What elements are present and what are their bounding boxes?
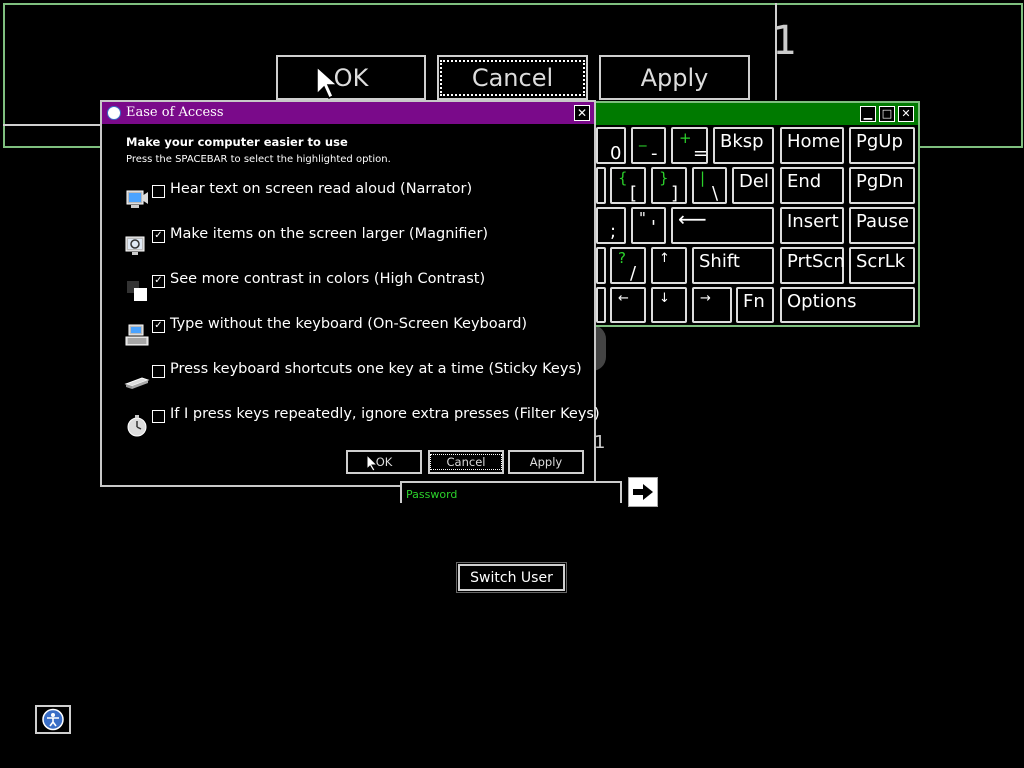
- option-sticky-keys[interactable]: Press keyboard shortcuts one key at a ti…: [122, 358, 592, 400]
- sticky-keys-icon: [124, 377, 150, 389]
- option-filter-keys[interactable]: If I press keys repeatedly, ignore extra…: [122, 403, 600, 445]
- submit-arrow-button[interactable]: [628, 477, 658, 507]
- key-pgup[interactable]: PgUp: [849, 127, 915, 164]
- key-left-arrow[interactable]: ←: [610, 287, 646, 323]
- cancel-button[interactable]: Cancel: [428, 450, 504, 474]
- magnifier-icon: [125, 236, 145, 255]
- filter-keys-checkbox[interactable]: [152, 410, 165, 423]
- narrator-icon: [126, 190, 148, 208]
- filter-keys-icon: [127, 415, 147, 437]
- magnified-apply-button[interactable]: Apply: [599, 55, 750, 100]
- magnifier-checkbox[interactable]: ✓: [152, 230, 165, 243]
- key-equals[interactable]: + =: [671, 127, 708, 164]
- ease-of-access-dialog: Ease of Access ✕ Make your computer easi…: [100, 100, 600, 487]
- switch-user-label: Switch User: [470, 569, 553, 586]
- option-label: Make items on the screen larger (Magnifi…: [170, 226, 489, 242]
- key-end[interactable]: End: [780, 167, 844, 204]
- key-prtscn[interactable]: PrtScn: [780, 247, 845, 284]
- key-partial[interactable]: [596, 247, 606, 284]
- key-backslash[interactable]: | \: [692, 167, 727, 204]
- close-button[interactable]: ✕: [574, 105, 590, 121]
- dialog-titlebar: Ease of Access ✕: [102, 102, 594, 124]
- option-label: See more contrast in colors (High Contra…: [170, 271, 486, 287]
- high-contrast-checkbox[interactable]: ✓: [152, 275, 165, 288]
- key-enter[interactable]: ⟵: [671, 207, 774, 244]
- keyboard-icon: [125, 324, 149, 346]
- magnified-text: 1: [772, 18, 797, 64]
- on-screen-keyboard-window: ▁ □ ✕ 0 _ - + = Bksp Home PgUp {[ }] | \ De…: [594, 101, 920, 327]
- on-screen-keyboard-checkbox[interactable]: ✓: [152, 320, 165, 333]
- key-left-bracket[interactable]: {[: [610, 167, 646, 204]
- option-high-contrast[interactable]: ✓ See more contrast in colors (High Cont…: [122, 268, 592, 310]
- key-down-arrow[interactable]: ↓: [651, 287, 687, 323]
- cancel-label: Cancel: [429, 454, 503, 470]
- dialog-heading: Make your computer easier to use: [126, 135, 348, 149]
- password-field[interactable]: [400, 481, 622, 504]
- key-up-arrow[interactable]: ↑: [651, 247, 687, 284]
- password-input[interactable]: [402, 485, 620, 504]
- key-semicolon[interactable]: ;: [596, 207, 626, 244]
- key-scrlk[interactable]: ScrLk: [849, 247, 915, 284]
- key-right-arrow[interactable]: →: [692, 287, 732, 323]
- key-0[interactable]: 0: [596, 127, 626, 164]
- option-label: Type without the keyboard (On-Screen Key…: [170, 316, 528, 332]
- ease-of-access-button[interactable]: [35, 705, 71, 734]
- narrator-checkbox[interactable]: [152, 185, 165, 198]
- option-narrator[interactable]: Hear text on screen read aloud (Narrator…: [122, 178, 592, 220]
- magnified-apply-label: Apply: [640, 63, 709, 92]
- ease-of-access-icon: [42, 708, 64, 731]
- option-label: If I press keys repeatedly, ignore extra…: [170, 406, 600, 422]
- key-fn[interactable]: Fn: [736, 287, 774, 323]
- apply-button[interactable]: Apply: [508, 450, 584, 474]
- key-pgdn[interactable]: PgDn: [849, 167, 915, 204]
- key-shift[interactable]: Shift: [692, 247, 774, 284]
- mouse-cursor-icon: [366, 454, 378, 472]
- key-quote[interactable]: " ': [631, 207, 666, 244]
- key-options[interactable]: Options: [780, 287, 915, 323]
- ease-of-access-icon: [107, 106, 121, 120]
- option-magnifier[interactable]: ✓ Make items on the screen larger (Magni…: [122, 223, 592, 265]
- magnified-ok-button[interactable]: OK: [276, 55, 426, 100]
- maximize-icon[interactable]: □: [879, 106, 895, 122]
- magnified-cancel-label: Cancel: [439, 59, 586, 96]
- key-delete[interactable]: Del: [732, 167, 774, 204]
- switch-user-button[interactable]: Switch User: [458, 564, 565, 591]
- close-icon[interactable]: ✕: [898, 106, 914, 122]
- key-minus[interactable]: _ -: [631, 127, 666, 164]
- key-partial[interactable]: [596, 287, 606, 323]
- key-partial[interactable]: [596, 167, 606, 204]
- key-backspace[interactable]: Bksp: [713, 127, 774, 164]
- dialog-subheading: Press the SPACEBAR to select the highlig…: [126, 154, 391, 165]
- ok-button[interactable]: OK: [346, 450, 422, 474]
- option-label: Hear text on screen read aloud (Narrator…: [170, 181, 473, 197]
- key-slash[interactable]: ? /: [610, 247, 646, 284]
- key-right-bracket[interactable]: }]: [651, 167, 687, 204]
- mouse-cursor-icon: [316, 66, 338, 100]
- minimize-icon[interactable]: ▁: [860, 106, 876, 122]
- ok-label: OK: [375, 455, 393, 469]
- arrow-right-icon: [633, 484, 653, 500]
- high-contrast-icon: [127, 281, 147, 301]
- osk-titlebar: ▁ □ ✕: [596, 103, 918, 125]
- sticky-keys-checkbox[interactable]: [152, 365, 165, 378]
- key-pause[interactable]: Pause: [849, 207, 915, 244]
- magnified-ok-label: OK: [333, 63, 369, 92]
- option-on-screen-keyboard[interactable]: ✓ Type without the keyboard (On-Screen K…: [122, 313, 592, 355]
- key-home[interactable]: Home: [780, 127, 844, 164]
- key-insert[interactable]: Insert: [780, 207, 844, 244]
- option-label: Press keyboard shortcuts one key at a ti…: [170, 361, 582, 377]
- magnified-cancel-button[interactable]: Cancel: [437, 55, 588, 100]
- dialog-title: Ease of Access: [126, 105, 224, 120]
- apply-label: Apply: [529, 455, 563, 469]
